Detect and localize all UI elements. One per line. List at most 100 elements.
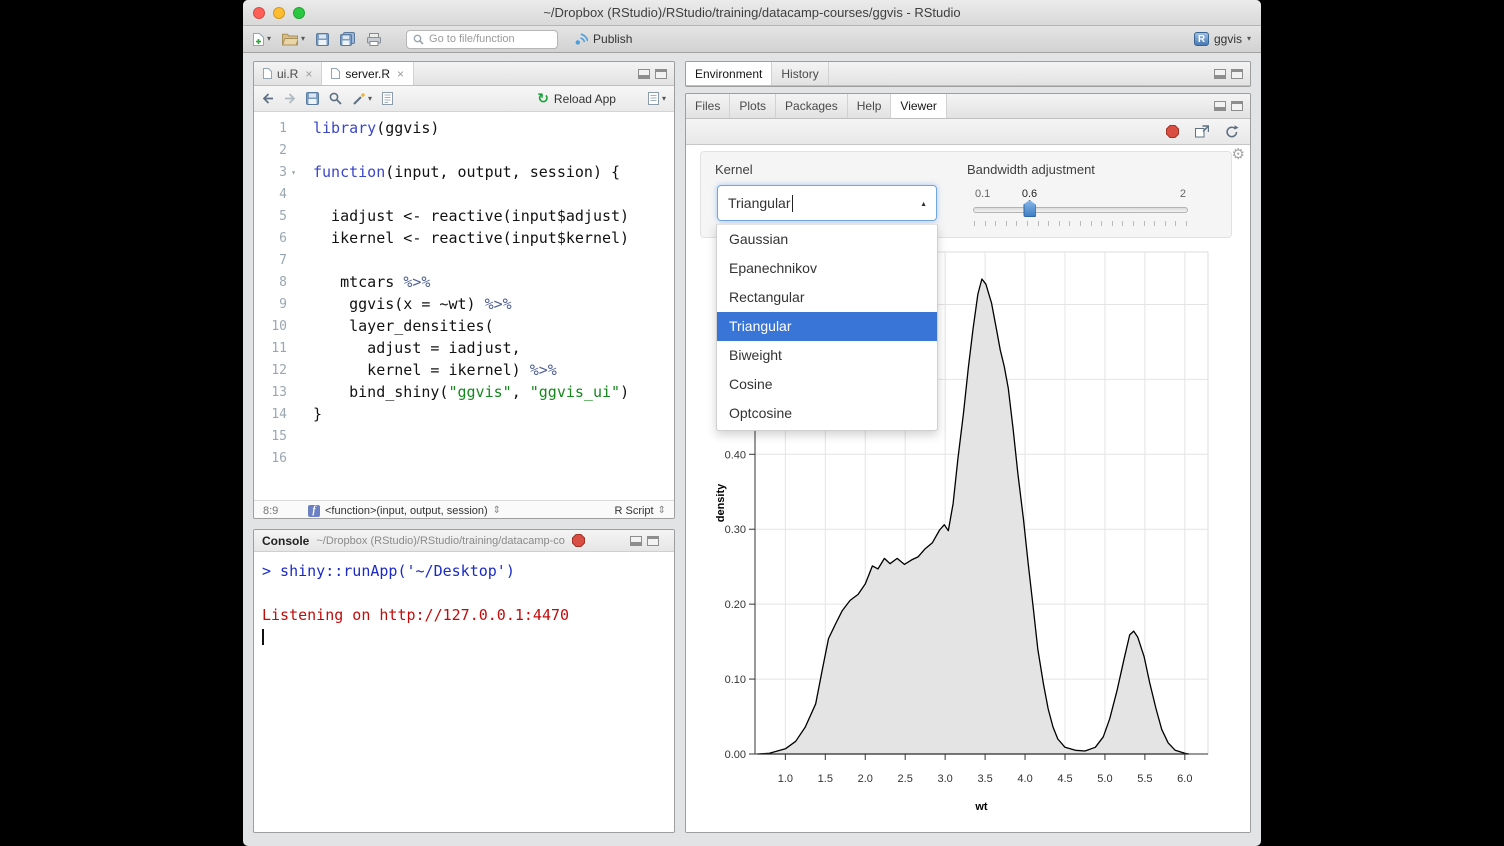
tab-history[interactable]: History <box>772 62 828 85</box>
maximize-pane-icon[interactable] <box>655 69 667 79</box>
window-titlebar[interactable]: ~/Dropbox (RStudio)/RStudio/training/dat… <box>243 0 1261 26</box>
maximize-pane-icon[interactable] <box>1231 101 1243 111</box>
code-line[interactable]: } <box>313 403 674 425</box>
forward-icon[interactable] <box>284 93 296 104</box>
svg-text:wt: wt <box>974 801 988 813</box>
dropdown-option[interactable]: Rectangular <box>717 283 937 312</box>
code-line[interactable]: iadjust <- reactive(input$adjust) <box>313 205 674 227</box>
kernel-select[interactable]: Triangular ▲ <box>717 185 937 221</box>
file-type-selector[interactable]: R Script ⇕ <box>614 505 674 517</box>
print-button[interactable] <box>367 33 381 46</box>
minimize-pane-icon[interactable] <box>630 536 642 546</box>
save-button[interactable] <box>316 33 329 46</box>
dropdown-option[interactable]: Biweight <box>717 341 937 370</box>
code-line[interactable]: ikernel <- reactive(input$kernel) <box>313 227 674 249</box>
save-all-icon <box>340 32 356 46</box>
code-line[interactable]: adjust = iadjust, <box>313 337 674 359</box>
line-number: 16 <box>254 447 300 469</box>
editor-code[interactable]: library(ggvis) function(input, output, s… <box>300 112 674 500</box>
dropdown-option[interactable]: Epanechnikov <box>717 254 937 283</box>
find-icon[interactable] <box>329 92 342 105</box>
tab-label: Plots <box>739 99 766 113</box>
line-number: 15 <box>254 425 300 447</box>
tab-label: Packages <box>785 99 838 113</box>
new-file-button[interactable]: ▾ <box>253 33 271 46</box>
save-all-button[interactable] <box>340 32 356 46</box>
code-line[interactable] <box>313 249 674 271</box>
rstudio-window: ~/Dropbox (RStudio)/RStudio/training/dat… <box>243 0 1261 846</box>
tab-packages[interactable]: Packages <box>776 94 848 118</box>
code-tools-wand-icon[interactable]: ▾ <box>352 92 372 106</box>
bandwidth-slider[interactable]: 0.1 0.6 2 <box>973 188 1188 238</box>
code-line[interactable]: function(input, output, session) { <box>313 161 674 183</box>
minimize-pane-icon[interactable] <box>1214 101 1226 111</box>
code-line[interactable]: layer_densities( <box>313 315 674 337</box>
stop-icon[interactable] <box>572 534 585 547</box>
close-icon[interactable]: × <box>305 67 312 81</box>
tab-environment[interactable]: Environment <box>686 62 772 85</box>
slider-handle[interactable] <box>1023 200 1036 217</box>
open-in-new-window-icon[interactable] <box>1195 125 1209 138</box>
caret-down-icon: ▾ <box>368 95 372 103</box>
refresh-icon[interactable] <box>1225 125 1239 138</box>
tab-viewer[interactable]: Viewer <box>891 94 946 118</box>
maximize-pane-icon[interactable] <box>1231 69 1243 79</box>
tab-help[interactable]: Help <box>848 94 892 118</box>
maximize-pane-icon[interactable] <box>647 536 659 546</box>
close-window-button[interactable] <box>253 7 265 19</box>
window-title: ~/Dropbox (RStudio)/RStudio/training/dat… <box>243 0 1261 26</box>
reload-app-button[interactable]: ↻ Reload App <box>537 91 616 107</box>
open-file-button[interactable]: ▾ <box>282 33 305 46</box>
dropdown-option[interactable]: Gaussian <box>717 225 937 254</box>
back-icon[interactable] <box>262 93 274 104</box>
tab-server-r[interactable]: server.R × <box>322 62 414 85</box>
code-line[interactable]: bind_shiny("ggvis", "ggvis_ui") <box>313 381 674 403</box>
viewer-pane: Files Plots Packages Help Viewer <box>685 93 1251 833</box>
source-tabbar: ui.R × server.R × <box>254 62 674 86</box>
kernel-dropdown[interactable]: GaussianEpanechnikovRectangularTriangula… <box>716 224 938 431</box>
code-line[interactable]: library(ggvis) <box>313 117 674 139</box>
svg-text:5.5: 5.5 <box>1137 773 1152 785</box>
dropdown-option[interactable]: Triangular <box>717 312 937 341</box>
dropdown-option[interactable]: Cosine <box>717 370 937 399</box>
minimize-pane-icon[interactable] <box>1214 69 1226 79</box>
code-line[interactable] <box>313 447 674 469</box>
code-line[interactable]: mtcars %>% <box>313 271 674 293</box>
source-options-icon[interactable]: ▾ <box>648 92 666 105</box>
file-type-label: R Script <box>614 505 653 517</box>
tab-label: ui.R <box>277 67 298 81</box>
code-editor[interactable]: 123▾45678910111213141516 library(ggvis) … <box>254 112 674 500</box>
tab-files[interactable]: Files <box>686 94 730 118</box>
project-menu-button[interactable]: R ggvis ▾ <box>1194 32 1251 46</box>
compile-report-icon[interactable] <box>382 92 393 105</box>
code-line[interactable]: ggvis(x = ~wt) %>% <box>313 293 674 315</box>
zoom-window-button[interactable] <box>293 7 305 19</box>
tab-ui-r[interactable]: ui.R × <box>254 62 322 85</box>
code-line[interactable] <box>313 139 674 161</box>
console-output[interactable]: > shiny::runApp('~/Desktop') Listening o… <box>254 552 674 653</box>
tab-label: Viewer <box>900 99 936 113</box>
code-line[interactable] <box>313 425 674 447</box>
svg-text:4.0: 4.0 <box>1017 773 1032 785</box>
goto-file-input[interactable]: Go to file/function <box>406 30 558 49</box>
tab-plots[interactable]: Plots <box>730 94 776 118</box>
save-icon <box>316 33 329 46</box>
minimize-pane-icon[interactable] <box>638 69 650 79</box>
publish-button[interactable]: Publish <box>574 32 632 46</box>
close-icon[interactable]: × <box>397 67 404 81</box>
slider-track[interactable] <box>973 207 1188 213</box>
minimize-window-button[interactable] <box>273 7 285 19</box>
dropdown-option[interactable]: Optcosine <box>717 399 937 428</box>
code-line[interactable]: kernel = ikernel) %>% <box>313 359 674 381</box>
stop-icon[interactable] <box>1166 125 1179 138</box>
pane-window-buttons <box>1214 62 1250 85</box>
code-line[interactable] <box>313 183 674 205</box>
tab-label: History <box>781 67 818 81</box>
fold-arrow-icon[interactable]: ▾ <box>287 168 300 177</box>
gear-icon[interactable]: ⚙ <box>1232 145 1245 163</box>
svg-text:5.0: 5.0 <box>1097 773 1112 785</box>
pane-window-buttons <box>1214 94 1250 118</box>
editor-statusbar: 8:9 f <function>(input, output, session)… <box>254 500 674 519</box>
scope-selector[interactable]: f <function>(input, output, session) ⇕ <box>308 505 501 517</box>
save-icon[interactable] <box>306 92 319 105</box>
